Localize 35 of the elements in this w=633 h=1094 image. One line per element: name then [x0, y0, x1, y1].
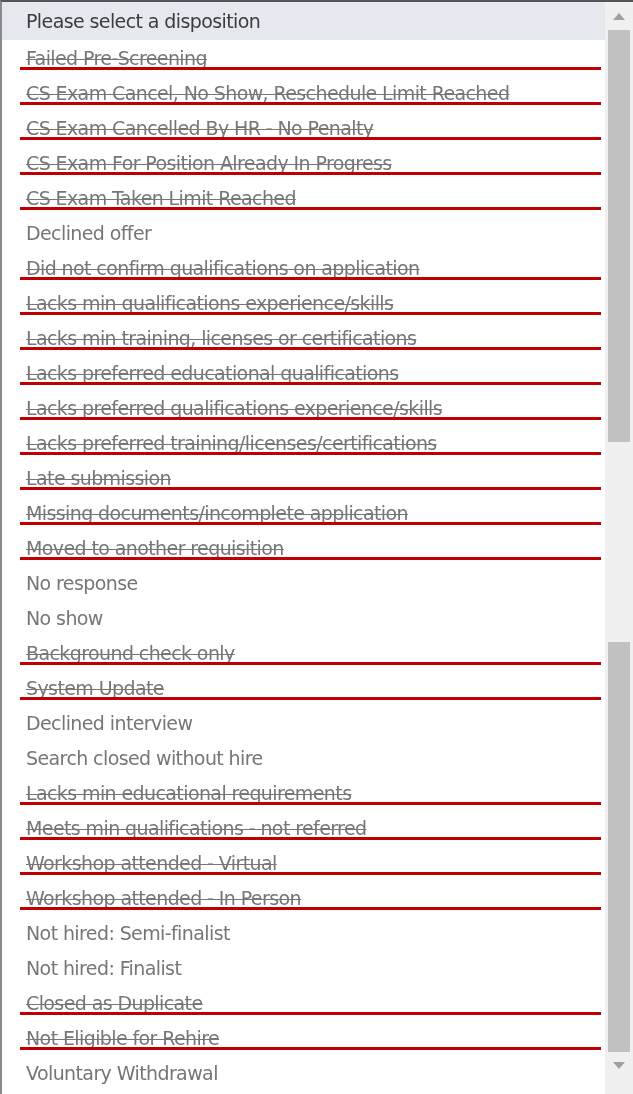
dropdown-option[interactable]: CS Exam Cancelled By HR - No Penalty	[2, 110, 605, 145]
dropdown-option[interactable]: Please select a disposition	[2, 2, 605, 40]
dropdown-option[interactable]: Not hired: Semi-finalist	[2, 915, 605, 950]
scrollbar-thumb[interactable]	[608, 30, 630, 442]
dropdown-option[interactable]: CS Exam Taken Limit Reached	[2, 180, 605, 215]
dropdown-option[interactable]: System Update	[2, 670, 605, 705]
dropdown-option[interactable]: Not hired: Finalist	[2, 950, 605, 985]
dropdown-option[interactable]: Declined interview	[2, 705, 605, 740]
dropdown-option[interactable]: Late submission	[2, 460, 605, 495]
dropdown-option[interactable]: Lacks preferred qualifications experience/skills	[2, 390, 605, 425]
dropdown-option[interactable]: Meets min qualifications - not referred	[2, 810, 605, 845]
dropdown-option[interactable]: Declined offer	[2, 215, 605, 250]
dropdown-option[interactable]: Lacks preferred training/licenses/certifications	[2, 425, 605, 460]
dropdown-option[interactable]: No show	[2, 600, 605, 635]
dropdown-option[interactable]: Moved to another requisition	[2, 530, 605, 565]
dropdown-option[interactable]: Workshop attended - In Person	[2, 880, 605, 915]
scroll-down-icon[interactable]	[613, 1062, 625, 1070]
dropdown-option[interactable]: Lacks min qualifications experience/skills	[2, 285, 605, 320]
dropdown-option[interactable]: Lacks preferred educational qualifications	[2, 355, 605, 390]
dropdown-option[interactable]: Lacks min training, licenses or certifications	[2, 320, 605, 355]
dropdown-option[interactable]: Not Eligible for Rehire	[2, 1020, 605, 1055]
dropdown-option[interactable]: Closed as Duplicate	[2, 985, 605, 1020]
dropdown-option[interactable]: Background check only	[2, 635, 605, 670]
dropdown-option[interactable]: No response	[2, 565, 605, 600]
dropdown-option[interactable]: Search closed without hire	[2, 740, 605, 775]
dropdown-option[interactable]: Voluntary Withdrawal	[2, 1055, 605, 1090]
dropdown-option[interactable]: Did not confirm qualifications on application	[2, 250, 605, 285]
scrollbar-thumb[interactable]	[608, 642, 630, 1052]
dropdown-option[interactable]: Missing documents/incomplete application	[2, 495, 605, 530]
dropdown-option[interactable]: Lacks min educational requirements	[2, 775, 605, 810]
scroll-up-icon[interactable]	[613, 12, 625, 20]
dropdown-option[interactable]: Failed Pre-Screening	[2, 40, 605, 75]
dropdown-option[interactable]: Workshop attended - Virtual	[2, 845, 605, 880]
dropdown-option[interactable]: CS Exam For Position Already In Progress	[2, 145, 605, 180]
dropdown-option[interactable]: CS Exam Cancel, No Show, Reschedule Limit Reached	[2, 75, 605, 110]
